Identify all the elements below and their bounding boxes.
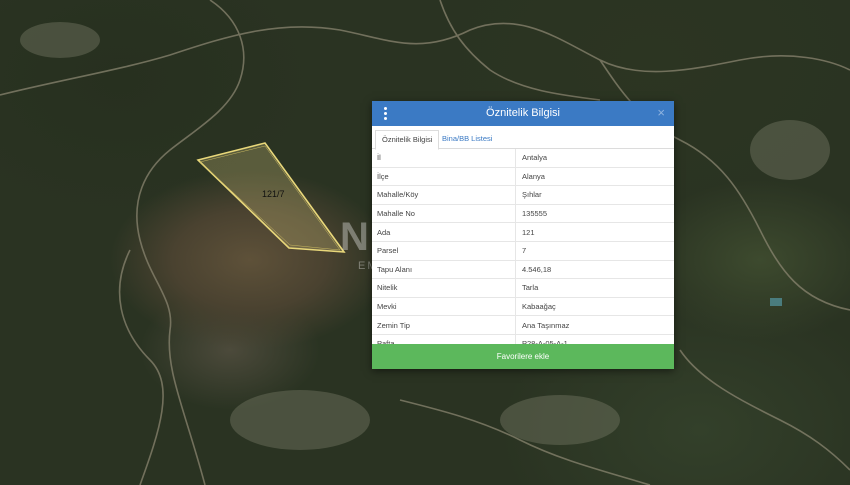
table-row: Parsel 7	[372, 241, 674, 261]
row-value: Şıhlar	[515, 185, 674, 205]
row-label: Tapu Alanı	[372, 260, 516, 280]
row-value: Ana Taşınmaz	[515, 315, 674, 335]
row-value: 121	[515, 222, 674, 242]
dialog-title: Öznitelik Bilgisi	[486, 107, 560, 119]
dialog-tabs: Öznitelik Bilgisi Bina/BB Listesi	[372, 126, 674, 150]
row-label: İlçe	[372, 167, 516, 187]
row-label: İl	[372, 149, 516, 168]
row-value: Antalya	[515, 149, 674, 168]
row-label: Mahalle No	[372, 204, 516, 224]
table-row: Mahalle No 135555	[372, 204, 674, 224]
table-row: Ada 121	[372, 222, 674, 242]
row-value: 135555	[515, 204, 674, 224]
table-row: İl Antalya	[372, 149, 674, 168]
attribute-table: İl Antalya İlçe Alanya Mahalle/Köy Şıhla…	[372, 149, 674, 354]
row-value: Tarla	[515, 278, 674, 298]
table-row: İlçe Alanya	[372, 167, 674, 187]
table-row: Mevki Kabaağaç	[372, 297, 674, 317]
row-label: Mahalle/Köy	[372, 185, 516, 205]
table-row: Zemin Tip Ana Taşınmaz	[372, 315, 674, 335]
tab-attribute-info[interactable]: Öznitelik Bilgisi	[375, 130, 440, 150]
tab-building-list[interactable]: Bina/BB Listesi	[436, 130, 498, 148]
table-row: Nitelik Tarla	[372, 278, 674, 298]
table-row: Mahalle/Köy Şıhlar	[372, 185, 674, 205]
row-label: Mevki	[372, 297, 516, 317]
attribute-info-dialog: Öznitelik Bilgisi × Öznitelik Bilgisi Bi…	[372, 101, 674, 369]
row-label: Nitelik	[372, 278, 516, 298]
row-value: Alanya	[515, 167, 674, 187]
row-value: 7	[515, 241, 674, 261]
parcel-label: 121/7	[262, 189, 285, 199]
row-value: Kabaağaç	[515, 297, 674, 317]
row-label: Parsel	[372, 241, 516, 261]
row-label: Ada	[372, 222, 516, 242]
table-row: Tapu Alanı 4.546,18	[372, 260, 674, 280]
close-icon[interactable]: ×	[657, 105, 665, 120]
add-to-favorites-button[interactable]: Favorilere ekle	[372, 344, 674, 369]
dialog-header: Öznitelik Bilgisi ×	[372, 101, 674, 126]
row-label: Zemin Tip	[372, 315, 516, 335]
row-value: 4.546,18	[515, 260, 674, 280]
